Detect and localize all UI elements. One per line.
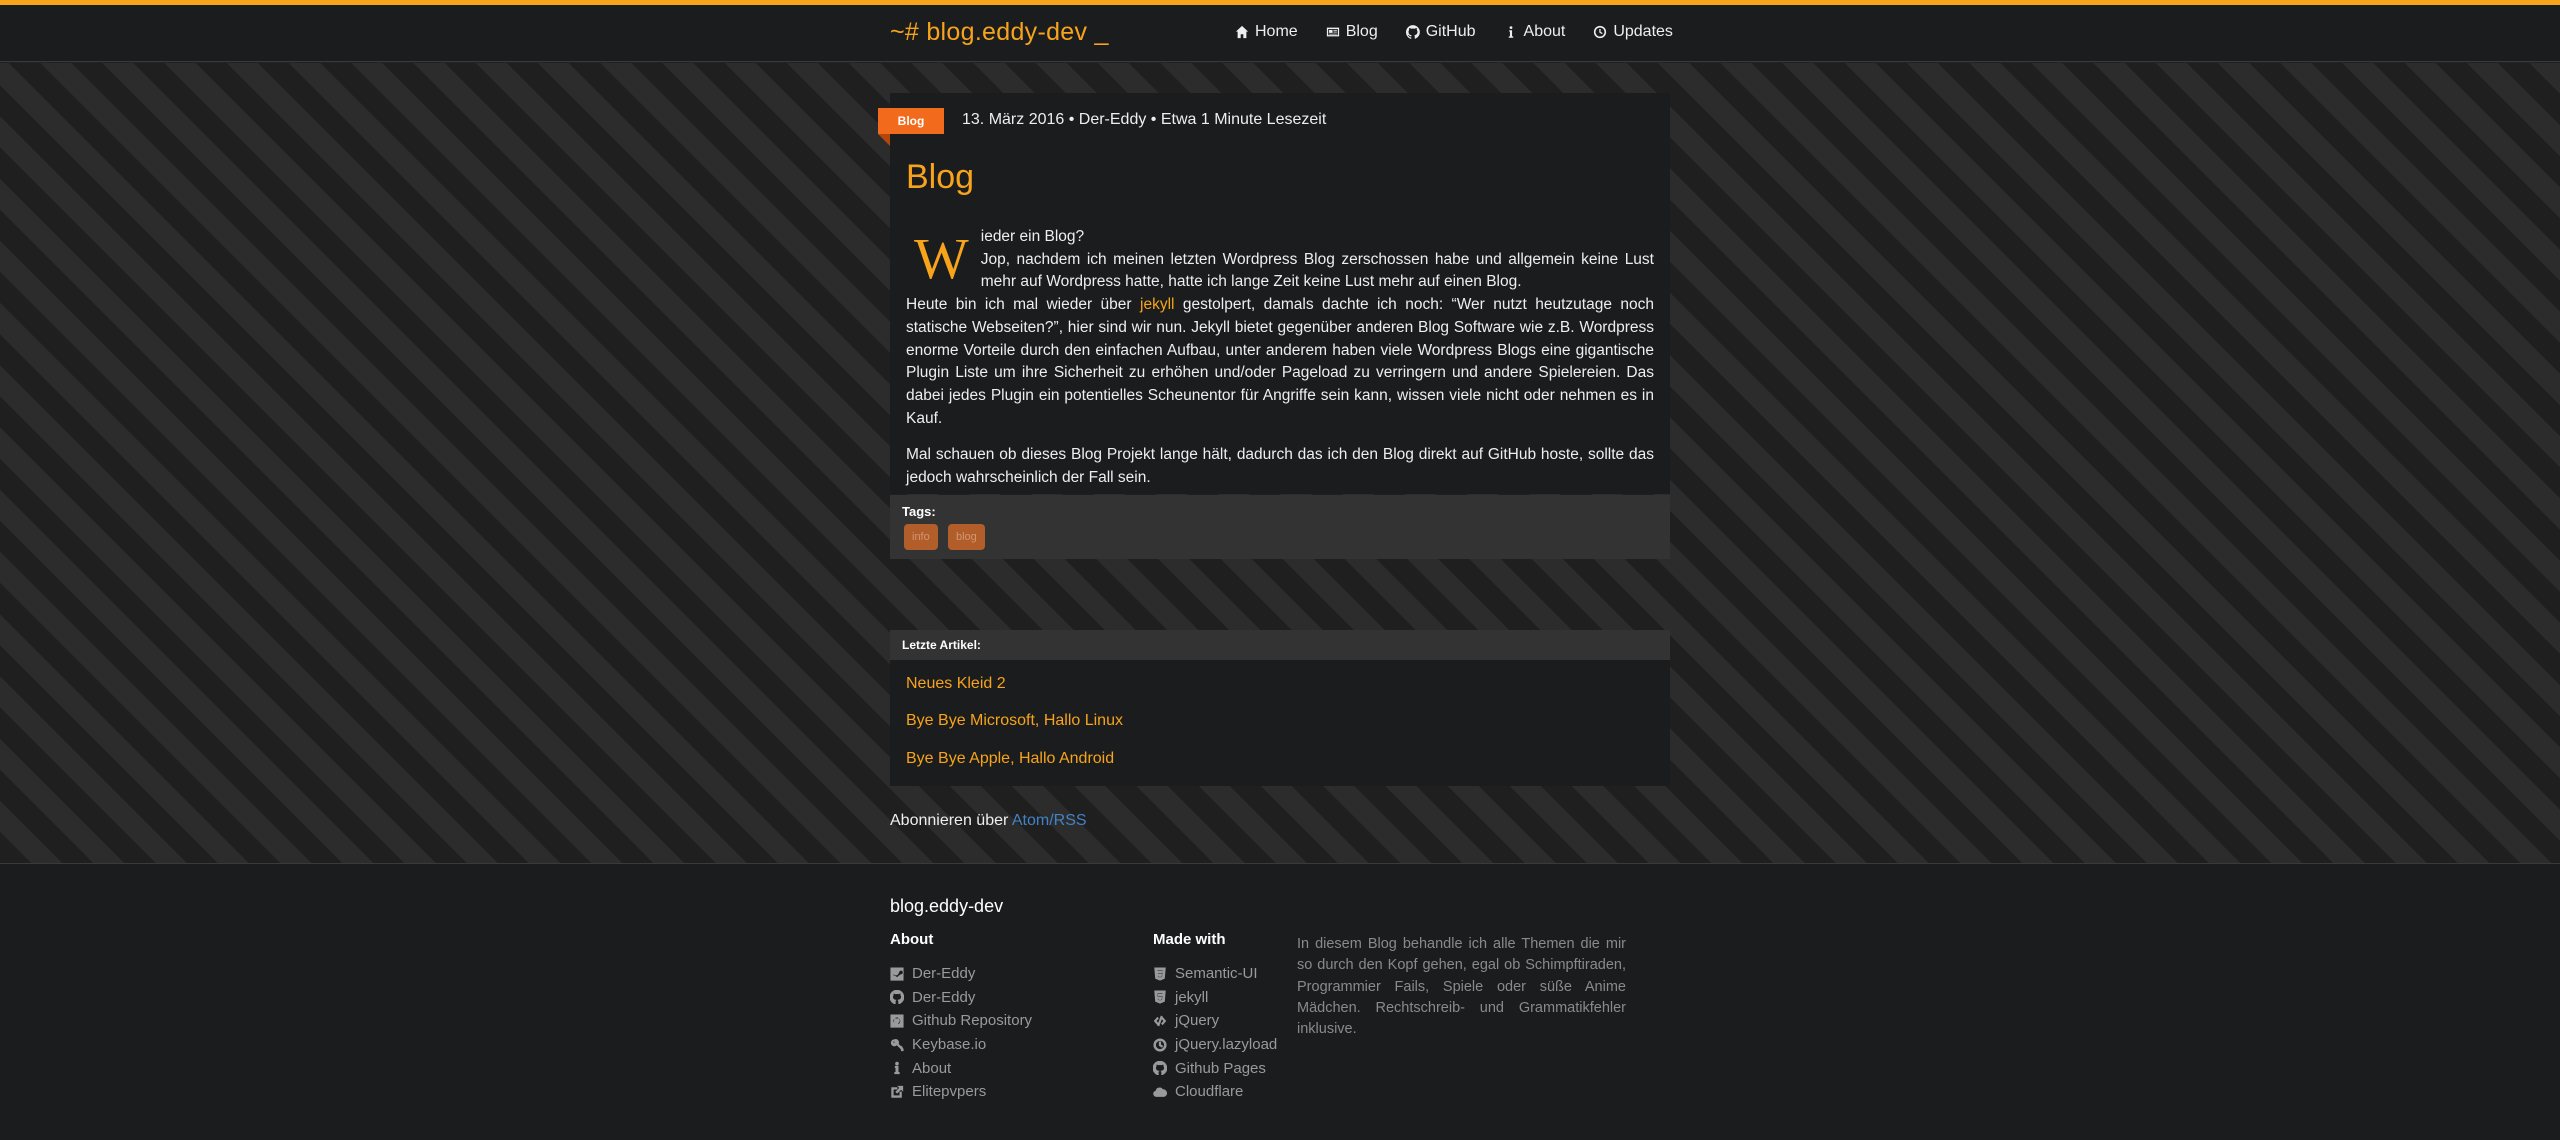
github-square-icon xyxy=(890,1014,904,1028)
nav-item-home[interactable]: Home xyxy=(1235,23,1298,41)
post-meta: 13. März 2016 • Der-Eddy • Etwa 1 Minute… xyxy=(962,111,1327,128)
css3-icon xyxy=(1153,967,1167,981)
info-icon xyxy=(890,1061,904,1075)
footer-link-label: jQuery xyxy=(1175,1012,1220,1030)
navbar: ~# blog.eddy-dev _ Home Blog GitHub Abou… xyxy=(0,5,2560,62)
footer-link-label: jekyll xyxy=(1175,988,1209,1006)
steam-icon xyxy=(890,967,904,981)
footer-link-label: Keybase.io xyxy=(912,1036,987,1054)
post-title: Blog xyxy=(906,158,975,196)
nav-item-label: About xyxy=(1523,23,1566,40)
footer-link-repository[interactable]: Github Repository xyxy=(890,1009,1032,1033)
tag-info[interactable]: info xyxy=(904,524,938,550)
github-icon xyxy=(1405,25,1420,39)
subscribe-text: Abonnieren über xyxy=(890,812,1012,829)
tag-blog[interactable]: blog xyxy=(948,524,985,550)
nav-item-label: Home xyxy=(1255,23,1298,40)
post-text: ieder ein Blog? xyxy=(980,228,1085,245)
footer-link-github-pages[interactable]: Github Pages xyxy=(1153,1056,1277,1080)
tags-label: Tags: xyxy=(902,504,936,519)
footer-link-jquery[interactable]: jQuery xyxy=(1153,1009,1277,1033)
key-icon xyxy=(890,1038,904,1052)
nav-item-label: Updates xyxy=(1613,23,1673,40)
nav-item-label: GitHub xyxy=(1425,23,1476,40)
footer-link-steam[interactable]: Der-Eddy xyxy=(890,962,1032,986)
footer-link-elitepvpers[interactable]: Elitepvpers xyxy=(890,1080,1032,1104)
cloud-icon xyxy=(1153,1085,1167,1099)
category-ribbon[interactable]: Blog xyxy=(878,108,944,134)
footer-title: blog.eddy-dev xyxy=(890,896,1004,916)
post-text: gestolpert, damals dachte ich noch: “Wer… xyxy=(906,296,1654,427)
subscribe-line: Abonnieren über Atom/RSS xyxy=(890,812,1087,830)
html5-icon xyxy=(1153,990,1167,1004)
newspaper-icon xyxy=(1326,25,1340,39)
tags-bar: Tags: info blog xyxy=(890,495,1670,559)
footer-link-label: Elitepvpers xyxy=(912,1083,987,1101)
footer-link-about[interactable]: About xyxy=(890,1056,1032,1080)
recent-articles-header: Letzte Artikel: xyxy=(890,630,1670,660)
info-icon xyxy=(1504,25,1518,39)
footer-link-label: Der-Eddy xyxy=(912,965,976,983)
github-icon xyxy=(1153,1061,1167,1076)
nav-menu: Home Blog GitHub About Updates xyxy=(1235,23,1701,41)
footer-link-label: jQuery.lazyload xyxy=(1175,1036,1278,1054)
code-icon xyxy=(1153,1014,1167,1028)
nav-item-github[interactable]: GitHub xyxy=(1405,23,1476,41)
footer-link-semantic-ui[interactable]: Semantic-UI xyxy=(1153,962,1277,986)
footer-made-heading: Made with xyxy=(1153,931,1226,948)
recent-article-link[interactable]: Neues Kleid 2 xyxy=(906,675,1006,693)
recent-articles-list: Neues Kleid 2 Bye Bye Microsoft, Hallo L… xyxy=(890,660,1670,786)
home-icon xyxy=(1235,25,1249,39)
footer-link-cloudflare[interactable]: Cloudflare xyxy=(1153,1080,1277,1104)
footer-made-list: Semantic-UI jekyll jQuery jQuery.lazyloa… xyxy=(1153,962,1277,1104)
external-link-icon xyxy=(890,1085,904,1099)
post-text: Jop, nachdem ich meinen letzten Wordpres… xyxy=(980,250,1654,291)
footer-link-lazyload[interactable]: jQuery.lazyload xyxy=(1153,1033,1277,1057)
site-brand[interactable]: ~# blog.eddy-dev _ xyxy=(890,18,1109,47)
recent-articles-heading: Letzte Artikel: xyxy=(902,638,981,652)
footer: blog.eddy-dev About Der-Eddy Der-Eddy Gi… xyxy=(0,863,2560,1140)
footer-link-label: About xyxy=(912,1059,952,1077)
footer-link-label: Semantic-UI xyxy=(1175,965,1258,983)
recent-article-link[interactable]: Bye Bye Microsoft, Hallo Linux xyxy=(906,712,1123,730)
footer-link-jekyll[interactable]: jekyll xyxy=(1153,986,1277,1010)
dropcap: W xyxy=(914,226,969,291)
recent-article-link[interactable]: Bye Bye Apple, Hallo Android xyxy=(906,750,1114,768)
post-paragraph: Mal schauen ob dieses Blog Projekt lange… xyxy=(906,446,1654,487)
rss-link[interactable]: Atom/RSS xyxy=(1012,812,1087,829)
post-body: W ieder ein Blog? Jop, nachdem ich meine… xyxy=(906,226,1654,504)
clock-icon xyxy=(1593,25,1607,39)
footer-link-label: Github Repository xyxy=(912,1012,1033,1030)
footer-description: In diesem Blog behandle ich alle Themen … xyxy=(1297,936,1626,1038)
github-icon xyxy=(890,990,904,1005)
ribbon-fold xyxy=(878,134,890,146)
footer-about-list: Der-Eddy Der-Eddy Github Repository Keyb… xyxy=(890,962,1032,1104)
footer-link-label: Cloudflare xyxy=(1175,1083,1244,1101)
nav-item-label: Blog xyxy=(1345,23,1378,40)
jekyll-link[interactable]: jekyll xyxy=(1140,296,1174,313)
footer-link-keybase[interactable]: Keybase.io xyxy=(890,1033,1032,1057)
nav-item-updates[interactable]: Updates xyxy=(1593,23,1673,41)
nav-item-blog[interactable]: Blog xyxy=(1326,23,1378,41)
post-text: Heute bin ich mal wieder über xyxy=(906,296,1140,314)
clock-icon xyxy=(1153,1038,1167,1052)
footer-link-label: Der-Eddy xyxy=(912,988,976,1006)
footer-link-github[interactable]: Der-Eddy xyxy=(890,986,1032,1010)
nav-item-about[interactable]: About xyxy=(1504,23,1566,41)
post-paragraph: W ieder ein Blog? Jop, nachdem ich meine… xyxy=(906,226,1654,430)
footer-link-label: Github Pages xyxy=(1175,1059,1266,1077)
footer-about-heading: About xyxy=(890,931,934,948)
